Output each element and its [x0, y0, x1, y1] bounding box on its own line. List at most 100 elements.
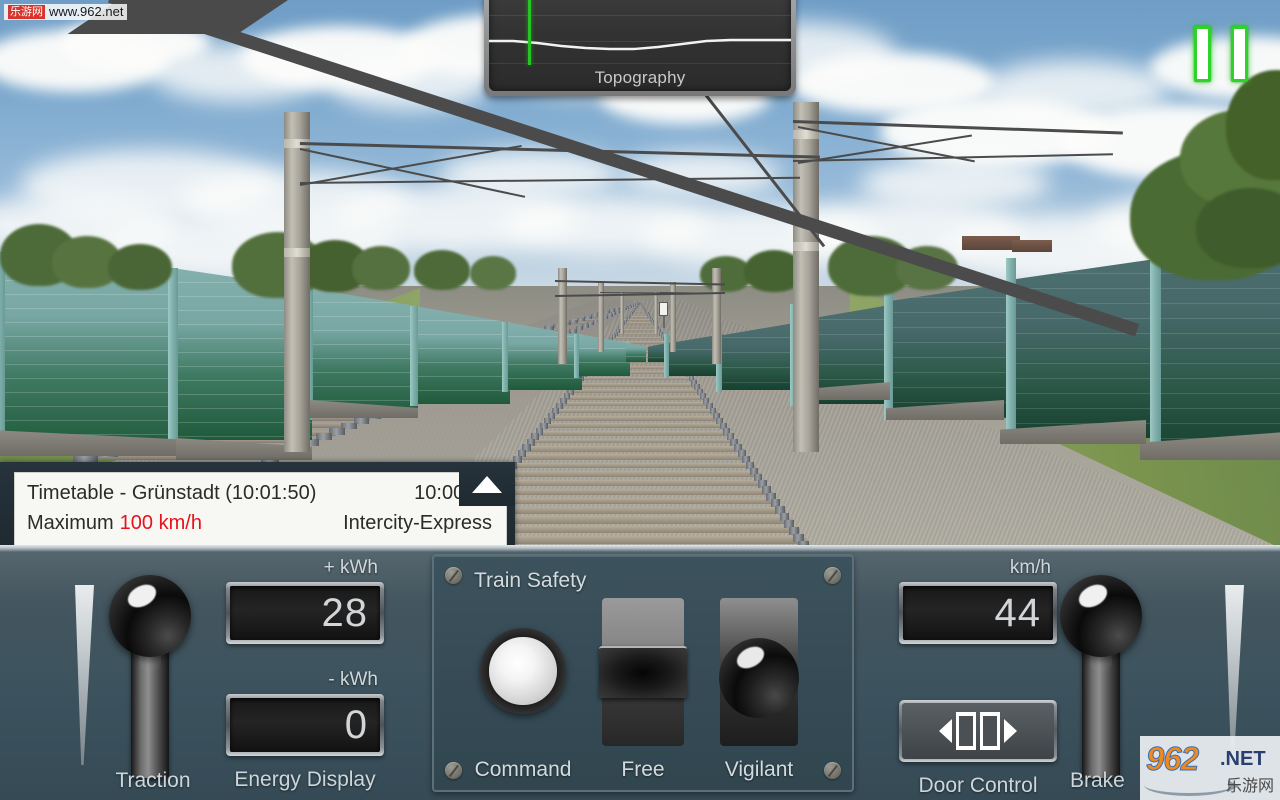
sleeper — [486, 488, 774, 495]
speedometer-readout: 44 — [899, 582, 1057, 644]
free-switch[interactable] — [599, 598, 687, 746]
door-panel-right-icon — [980, 712, 1000, 750]
noise-barrier-panel — [1012, 258, 1162, 438]
energy-negative-readout: 0 — [226, 694, 384, 756]
door-open-icon — [902, 703, 1054, 759]
sleeper — [551, 409, 718, 414]
distant-building — [1012, 240, 1052, 252]
traction-label: Traction — [115, 769, 191, 792]
timetable-row-station: Timetable - Grünstadt (10:01:50) 10:00:2… — [27, 478, 492, 508]
catenary-pole — [654, 292, 658, 334]
door-control-label: Door Control — [918, 774, 1038, 797]
door-control-button[interactable] — [899, 700, 1057, 762]
timetable-collapse-button[interactable] — [459, 462, 515, 506]
logo-chinese: 乐游网 — [1225, 778, 1274, 795]
door-arrow-left-icon — [939, 719, 952, 743]
traction-lever-knob[interactable] — [109, 575, 191, 657]
command-button[interactable] — [480, 628, 566, 714]
timetable-panel: Timetable - Grünstadt (10:01:50) 10:00:2… — [0, 462, 515, 548]
sleeper — [619, 325, 659, 328]
noise-barrier-panel — [414, 306, 510, 404]
topography-display: Topography — [489, 0, 791, 91]
logo-962: 962 — [1145, 740, 1199, 778]
train-safety-title: Train Safety — [474, 569, 587, 592]
watermark-url: www.962.net — [49, 4, 124, 19]
sleeper — [609, 337, 667, 340]
timetable-row-maximum: Maximum 100 km/h Intercity-Express — [27, 508, 492, 538]
sleeper — [500, 471, 762, 477]
sleeper — [493, 479, 768, 486]
watermark-logo: 962 .NET 乐游网 — [1140, 736, 1280, 800]
sleeper — [479, 497, 780, 505]
energy-negative-unit: - kWh — [328, 669, 378, 690]
sleeper — [545, 416, 723, 421]
barrier-post — [574, 334, 579, 378]
sleeper — [514, 454, 750, 460]
sleeper — [533, 430, 733, 436]
sleeper — [562, 395, 708, 400]
pause-button[interactable] — [1194, 26, 1248, 82]
barrier-post — [168, 268, 178, 440]
maximum-label: Maximum — [27, 512, 114, 534]
door-arrow-right-icon — [1004, 719, 1017, 743]
sleeper — [507, 462, 756, 469]
tree — [414, 250, 470, 290]
sleeper — [521, 446, 744, 452]
tree — [108, 244, 172, 290]
pole-band — [284, 248, 310, 257]
energy-positive-readout: 28 — [226, 582, 384, 644]
watermark-badge: 乐游网 — [8, 5, 45, 19]
topography-label: Topography — [594, 68, 686, 87]
barrier-post — [664, 334, 669, 378]
watermark-top: 乐游网 www.962.net — [4, 4, 128, 20]
sleeper — [527, 438, 738, 444]
speed-door-group: km/h 44 Door Control — [899, 557, 1057, 798]
speed-unit: km/h — [1009, 557, 1051, 578]
barrier-post — [410, 306, 418, 406]
vigilant-switch-knob[interactable] — [719, 638, 799, 718]
tree — [470, 256, 516, 290]
energy-display-label: Energy Display — [234, 768, 376, 791]
pause-bar-right — [1231, 26, 1248, 82]
caret-up-icon — [472, 475, 502, 493]
door-panel-left-icon — [956, 712, 976, 750]
barrier-post — [0, 252, 5, 450]
sleeper — [577, 377, 695, 381]
control-panel: Traction + kWh 28 - kWh 0 Energy Display… — [0, 545, 1280, 800]
energy-negative-value: 0 — [230, 698, 380, 752]
speed-value: 44 — [903, 586, 1053, 640]
free-switch-thumb[interactable] — [599, 646, 687, 698]
train-simulator-screen: Topography Timetable - Grünstadt (10:01:… — [0, 0, 1280, 800]
energy-display-group: + kWh 28 - kWh 0 Energy Display — [226, 557, 384, 792]
service-type: Intercity-Express — [343, 512, 492, 534]
traction-lever-group[interactable]: Traction — [58, 555, 248, 800]
pole-band — [793, 242, 819, 251]
vigilant-switch[interactable] — [719, 598, 799, 746]
screw-top-right-icon — [824, 567, 841, 584]
energy-positive-value: 28 — [230, 586, 380, 640]
topography-panel: Topography — [484, 0, 796, 96]
screw-top-left-icon — [445, 567, 462, 584]
cloud — [860, 158, 1050, 208]
sleeper — [471, 506, 787, 514]
timetable-content: Timetable - Grünstadt (10:01:50) 10:00:2… — [14, 472, 507, 548]
trackside-sign — [659, 302, 668, 316]
topography-position-marker — [528, 0, 532, 65]
barrier-post — [502, 322, 508, 392]
sleeper — [539, 423, 728, 428]
logo-swoosh-icon — [1144, 774, 1234, 796]
catenary-pole — [284, 112, 310, 452]
sleeper — [567, 389, 704, 393]
sleeper — [572, 383, 699, 387]
noise-barrier-panel — [890, 282, 1018, 418]
maximum-speed-value: 100 km/h — [119, 512, 202, 534]
logo-net: .NET — [1220, 748, 1266, 770]
noise-barrier-panel — [308, 288, 418, 418]
catenary-pole — [620, 292, 624, 334]
brake-lever-knob[interactable] — [1060, 575, 1142, 657]
catenary-pole — [558, 268, 567, 364]
timetable-station: Timetable - Grünstadt (10:01:50) — [27, 482, 317, 504]
sleeper — [556, 402, 713, 407]
tree — [352, 246, 410, 290]
pause-bar-left — [1194, 26, 1211, 82]
